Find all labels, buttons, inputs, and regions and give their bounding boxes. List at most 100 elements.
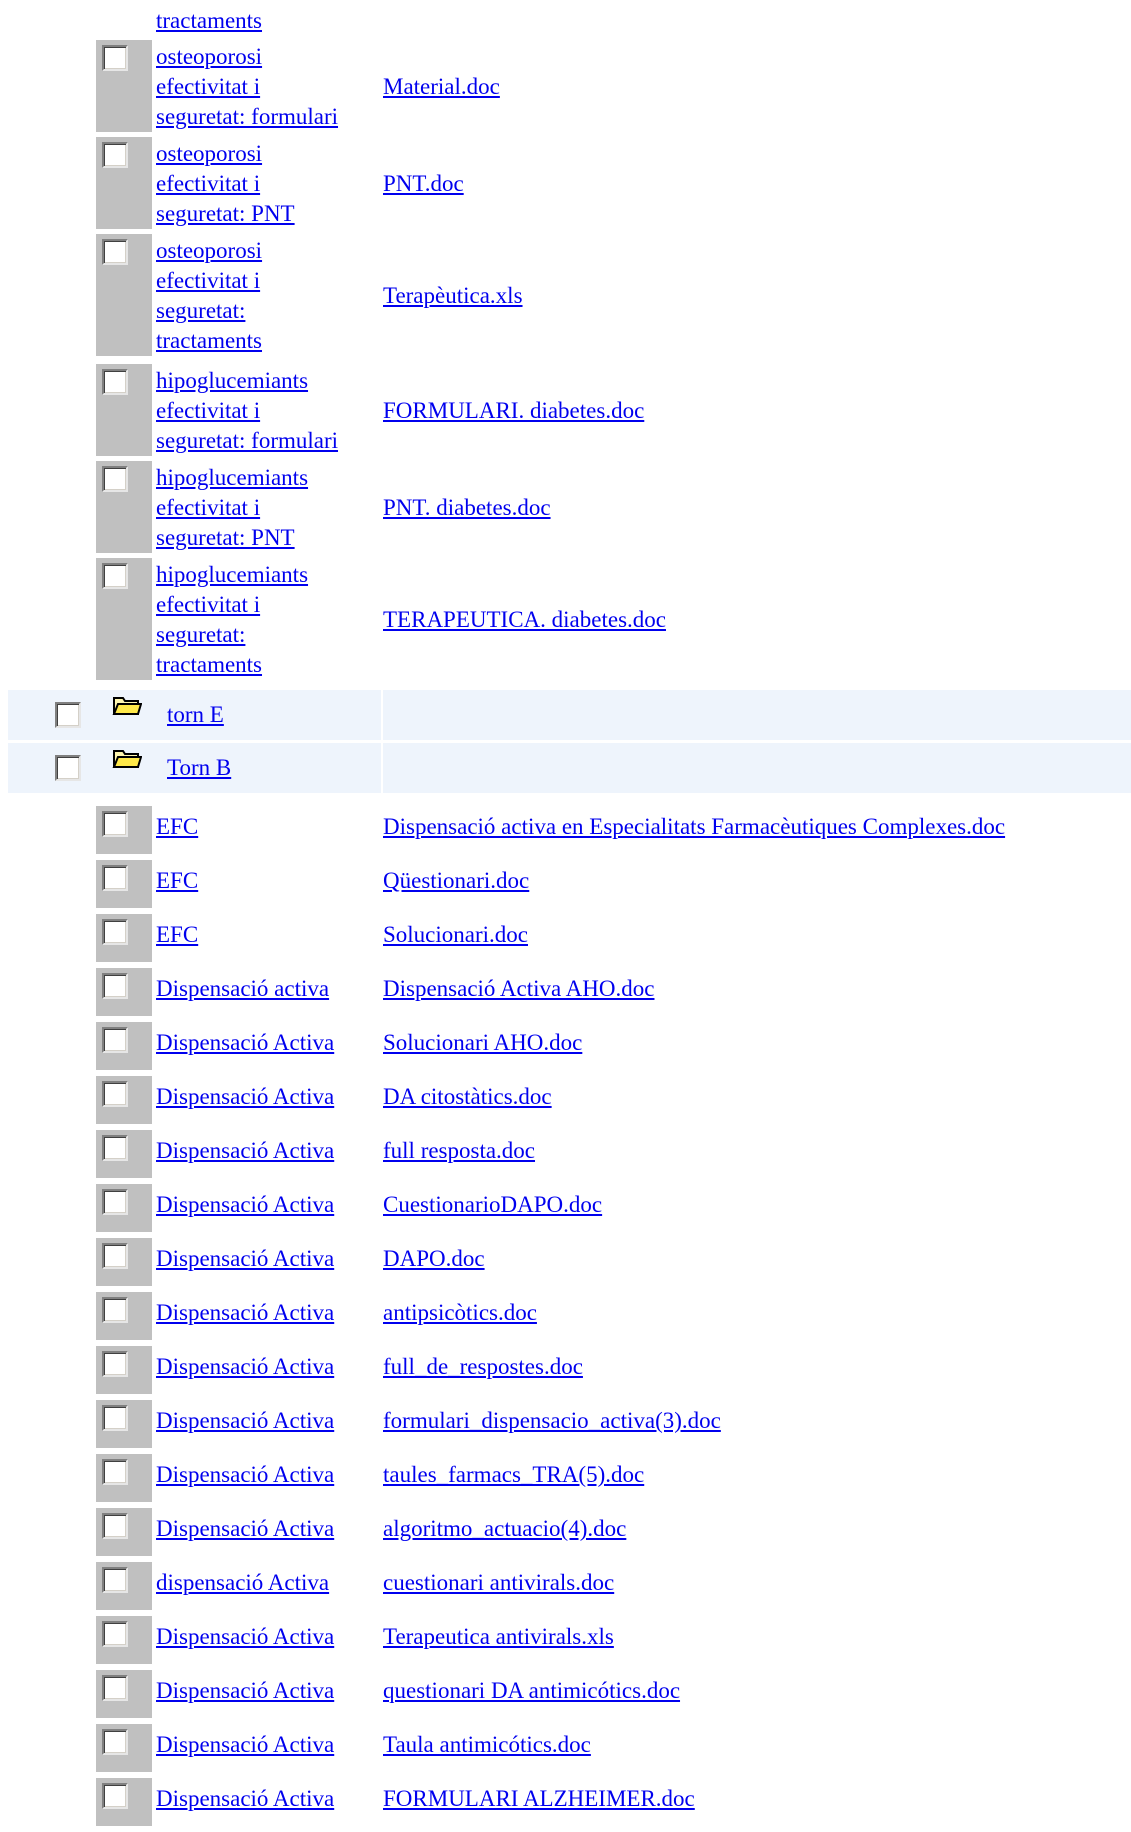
- checkbox-cell: [96, 1076, 152, 1124]
- row-checkbox[interactable]: [102, 1081, 128, 1107]
- row-checkbox[interactable]: [102, 466, 128, 492]
- row-checkbox[interactable]: [102, 1027, 128, 1053]
- item-name-link[interactable]: osteoporosi efectivitat i seguretat: tracta…: [156, 236, 370, 356]
- file-link[interactable]: taules_farmacs_TRA(5).doc: [383, 1460, 644, 1490]
- file-link[interactable]: Dispensació Activa AHO.doc: [383, 974, 654, 1004]
- row-checkbox[interactable]: [102, 142, 128, 168]
- file-link[interactable]: FORMULARI. diabetes.doc: [383, 396, 644, 426]
- file-row: Dispensació Activa questionari DA antimic…: [0, 1670, 1131, 1724]
- folder-link[interactable]: torn E: [167, 700, 224, 730]
- column-divider: [381, 743, 383, 793]
- item-name-link[interactable]: Dispensació Activa: [156, 1622, 370, 1652]
- file-link[interactable]: full_de_respostes.doc: [383, 1352, 583, 1382]
- file-link[interactable]: DA citostàtics.doc: [383, 1082, 552, 1112]
- item-name-link[interactable]: osteoporosi efectivitat i seguretat: formu…: [156, 42, 370, 132]
- item-name-link[interactable]: Dispensació Activa: [156, 1082, 370, 1112]
- row-checkbox[interactable]: [102, 1135, 128, 1161]
- row-checkbox[interactable]: [102, 1351, 128, 1377]
- checkbox-cell: [96, 558, 152, 680]
- row-checkbox[interactable]: [102, 1243, 128, 1269]
- item-name-link[interactable]: hipoglucemiants efectivitat i seguretat: P…: [156, 463, 370, 553]
- item-name-link[interactable]: Dispensació Activa: [156, 1784, 370, 1814]
- checkbox-cell: [96, 1184, 152, 1232]
- file-link[interactable]: TERAPEUTICA. diabetes.doc: [383, 605, 666, 635]
- file-link[interactable]: DAPO.doc: [383, 1244, 485, 1274]
- item-name-link[interactable]: hipoglucemiants efectivitat i seguretat: f…: [156, 366, 370, 456]
- file-row: Dispensació Activa FORMULARI ALZHEIMER.do…: [0, 1778, 1131, 1832]
- top-fragment-link[interactable]: tractaments: [156, 6, 370, 36]
- item-name-link[interactable]: EFC: [156, 866, 370, 896]
- row-checkbox[interactable]: [102, 1621, 128, 1647]
- file-row: Dispensació Activa full resposta.doc: [0, 1130, 1131, 1184]
- row-checkbox[interactable]: [102, 1783, 128, 1809]
- row-checkbox[interactable]: [55, 755, 81, 781]
- row-checkbox[interactable]: [102, 1675, 128, 1701]
- row-checkbox[interactable]: [102, 973, 128, 999]
- item-name-link[interactable]: Dispensació Activa: [156, 1244, 370, 1274]
- item-name-line: hipoglucemiants: [156, 368, 309, 393]
- item-name-link[interactable]: Dispensació Activa: [156, 1730, 370, 1760]
- file-link[interactable]: full resposta.doc: [383, 1136, 535, 1166]
- item-name-link[interactable]: Dispensació Activa: [156, 1514, 370, 1544]
- file-link[interactable]: Solucionari.doc: [383, 920, 528, 950]
- item-name-link[interactable]: osteoporosi efectivitat i seguretat: PNT: [156, 139, 370, 229]
- item-name-link[interactable]: dispensació Activa: [156, 1568, 370, 1598]
- checkbox-cell: [96, 137, 152, 229]
- item-name-line: efectivitat i: [156, 171, 261, 196]
- file-link[interactable]: Qüestionari.doc: [383, 866, 529, 896]
- file-link[interactable]: CuestionarioDAPO.doc: [383, 1190, 602, 1220]
- row-checkbox[interactable]: [102, 563, 128, 589]
- file-link[interactable]: antipsicòtics.doc: [383, 1298, 537, 1328]
- row-checkbox[interactable]: [102, 865, 128, 891]
- row-checkbox[interactable]: [102, 239, 128, 265]
- row-checkbox[interactable]: [102, 811, 128, 837]
- item-name-link[interactable]: EFC: [156, 920, 370, 950]
- checkbox-cell: [96, 461, 152, 553]
- file-row: Dispensació Activa full_de_respostes.doc: [0, 1346, 1131, 1400]
- item-name-link[interactable]: Dispensació Activa: [156, 1298, 370, 1328]
- item-name-link[interactable]: Dispensació activa: [156, 974, 370, 1004]
- row-checkbox[interactable]: [102, 1405, 128, 1431]
- row-checkbox[interactable]: [102, 1513, 128, 1539]
- checkbox-cell: [96, 1346, 152, 1394]
- row-checkbox[interactable]: [102, 369, 128, 395]
- file-link[interactable]: algoritmo_actuacio(4).doc: [383, 1514, 626, 1544]
- item-name-line: efectivitat i: [156, 592, 261, 617]
- file-link[interactable]: PNT.doc: [383, 169, 464, 199]
- row-checkbox[interactable]: [102, 919, 128, 945]
- file-link[interactable]: FORMULARI ALZHEIMER.doc: [383, 1784, 695, 1814]
- row-checkbox[interactable]: [102, 1189, 128, 1215]
- row-checkbox[interactable]: [102, 45, 128, 71]
- item-name-line: osteoporosi: [156, 44, 263, 69]
- row-checkbox[interactable]: [102, 1567, 128, 1593]
- file-link[interactable]: Dispensació activa en Especialitats Farm…: [383, 812, 1005, 842]
- file-link[interactable]: Solucionari AHO.doc: [383, 1028, 582, 1058]
- item-name-link[interactable]: EFC: [156, 812, 370, 842]
- folder-link[interactable]: Torn B: [167, 753, 231, 783]
- item-name-link[interactable]: Dispensació Activa: [156, 1190, 370, 1220]
- file-link[interactable]: formulari_dispensacio_activa(3).doc: [383, 1406, 721, 1436]
- file-row: Dispensació Activa Solucionari AHO.doc: [0, 1022, 1131, 1076]
- item-name-link[interactable]: Dispensació Activa: [156, 1136, 370, 1166]
- file-row: EFC Qüestionari.doc: [0, 860, 1131, 914]
- row-checkbox[interactable]: [102, 1297, 128, 1323]
- item-name-link[interactable]: Dispensació Activa: [156, 1406, 370, 1436]
- item-name-link[interactable]: hipoglucemiants efectivitat i seguretat: tr…: [156, 560, 370, 680]
- file-link[interactable]: Taula antimicótics.doc: [383, 1730, 591, 1760]
- file-link[interactable]: Material.doc: [383, 72, 500, 102]
- item-name-link[interactable]: Dispensació Activa: [156, 1352, 370, 1382]
- row-checkbox[interactable]: [102, 1459, 128, 1485]
- file-link[interactable]: Terapèutica.xls: [383, 281, 523, 311]
- item-name-link[interactable]: Dispensació Activa: [156, 1676, 370, 1706]
- checkbox-cell: [96, 914, 152, 962]
- file-row: Dispensació Activa Terapeutica antivirals…: [0, 1616, 1131, 1670]
- file-link[interactable]: Terapeutica antivirals.xls: [383, 1622, 614, 1652]
- file-link[interactable]: PNT. diabetes.doc: [383, 493, 551, 523]
- row-checkbox[interactable]: [55, 702, 81, 728]
- item-name-link[interactable]: Dispensació Activa: [156, 1460, 370, 1490]
- checkbox-cell: [96, 1724, 152, 1772]
- file-link[interactable]: cuestionari antivirals.doc: [383, 1568, 614, 1598]
- row-checkbox[interactable]: [102, 1729, 128, 1755]
- item-name-link[interactable]: Dispensació Activa: [156, 1028, 370, 1058]
- file-link[interactable]: questionari DA antimicótics.doc: [383, 1676, 680, 1706]
